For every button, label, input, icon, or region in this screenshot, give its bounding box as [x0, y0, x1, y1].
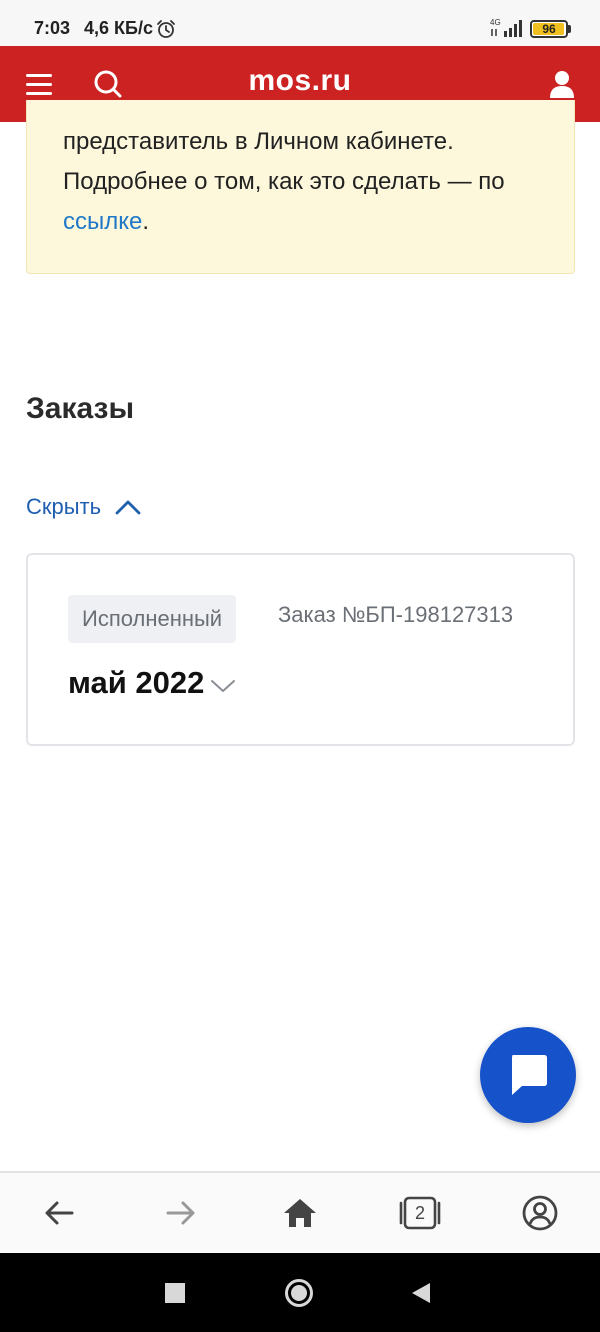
browser-bottom-nav: 2 — [0, 1171, 600, 1253]
account-icon[interactable] — [518, 1191, 562, 1235]
home-icon[interactable] — [278, 1191, 322, 1235]
back-arrow-icon[interactable] — [38, 1191, 82, 1235]
alarm-icon — [157, 20, 175, 38]
notice-suffix: . — [142, 208, 150, 235]
tabs-button[interactable]: 2 — [398, 1191, 442, 1235]
order-card[interactable]: Исполненный Заказ №БП-198127313 май 2022 — [26, 553, 575, 746]
status-bar: 7:03 4,6 КБ/с 4G 96 — [0, 0, 600, 46]
tabs-count: 2 — [414, 1203, 425, 1223]
battery-cap — [568, 25, 571, 33]
system-navigation-bar — [0, 1253, 600, 1332]
notice-line: Подробнее о том, как это сделать — по — [63, 168, 505, 195]
hide-toggle-label: Скрыть — [26, 494, 102, 519]
hide-orders-toggle[interactable]: Скрыть — [26, 492, 141, 522]
status-badge: Исполненный — [68, 595, 237, 643]
status-network-speed: 4,6 КБ/с — [84, 18, 153, 38]
section-title-orders: Заказы — [26, 392, 135, 425]
home-circle-icon[interactable] — [284, 1278, 314, 1308]
system-back-icon[interactable] — [410, 1281, 432, 1305]
info-notice: представитель в Личном кабинете. Подробн… — [26, 100, 575, 274]
recent-apps-icon[interactable] — [164, 1282, 186, 1304]
svg-text:4G: 4G — [490, 18, 501, 27]
notice-line: ссылке. — [63, 202, 553, 242]
user-profile-icon[interactable] — [544, 66, 580, 102]
chat-button[interactable] — [480, 1027, 576, 1123]
site-logo-title[interactable]: mos.ru — [0, 64, 600, 98]
notice-line: представитель в Личном кабинете. — [63, 128, 454, 155]
battery-level: 96 — [542, 22, 556, 36]
chevron-up-icon — [115, 500, 141, 515]
notice-link[interactable]: ссылке — [63, 208, 142, 235]
chat-icon — [512, 1055, 547, 1095]
signal-icon: 4G — [490, 18, 522, 37]
battery-icon: 96 — [530, 20, 568, 38]
chevron-down-icon — [211, 680, 236, 692]
forward-arrow-icon[interactable] — [158, 1191, 202, 1235]
order-date-dropdown[interactable]: май 2022 — [68, 665, 236, 701]
order-number: Заказ №БП-198127313 — [278, 602, 514, 627]
order-date-label: май 2022 — [68, 665, 205, 700]
notice-text: представитель в Личном кабинете. Подробн… — [63, 122, 553, 242]
status-time: 7:03 — [34, 18, 71, 38]
